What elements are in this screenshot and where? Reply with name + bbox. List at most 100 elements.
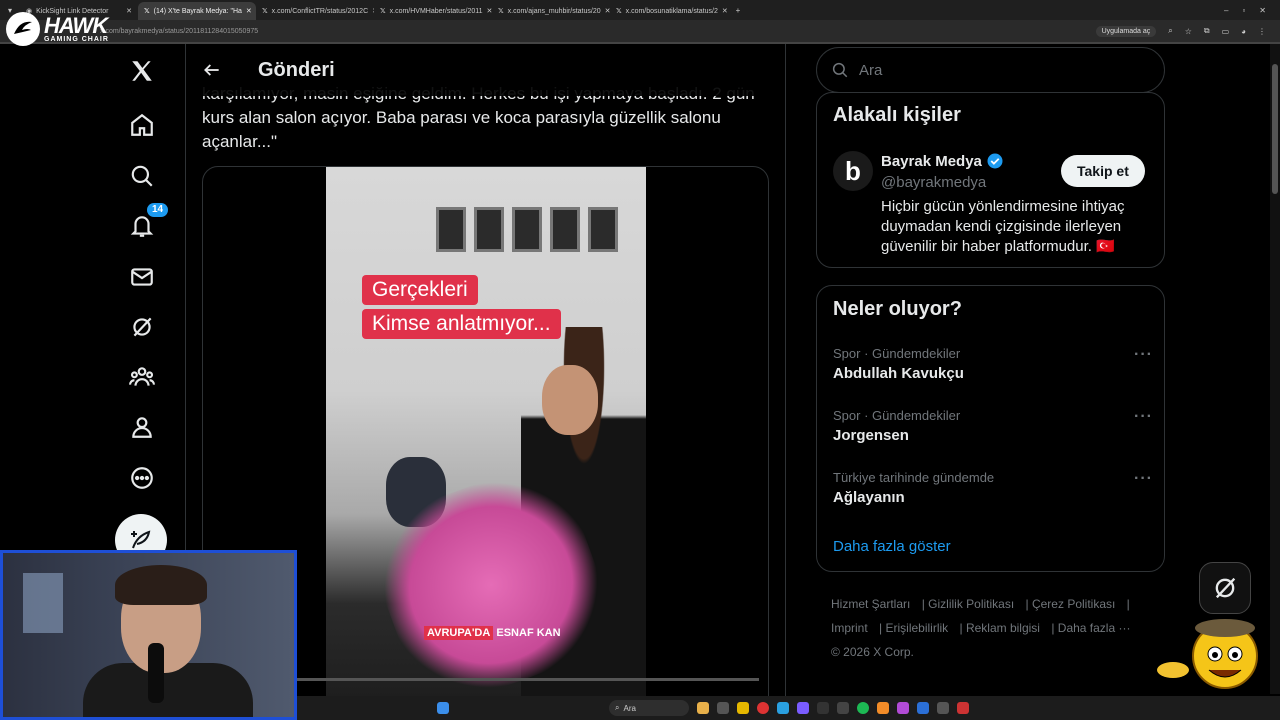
footer-link[interactable]: Çerez Politikası: [1032, 597, 1115, 611]
profile-icon[interactable]: ◕: [1241, 27, 1246, 36]
browser-tab-bar: ▾ ◉ KickSight Link Detector ✕ 𝕏 (14) X'te B…: [0, 0, 1280, 20]
sidebar-icon[interactable]: ▭: [1222, 27, 1230, 36]
more-dots-icon[interactable]: ···: [1134, 346, 1153, 364]
new-tab-icon[interactable]: +: [728, 0, 748, 20]
hawk-logo: HAWK GAMING CHAIR: [6, 12, 109, 46]
search-box[interactable]: [816, 47, 1165, 93]
trends-card: Neler oluyor? Spor · Gündemdekiler Abdul…: [816, 285, 1165, 572]
microphone: [148, 643, 164, 703]
footer-link[interactable]: Gizlilik Politikası: [928, 597, 1014, 611]
search-input[interactable]: [859, 61, 1139, 79]
close-window-icon[interactable]: ✕: [1259, 6, 1266, 15]
taskbar-app-icon[interactable]: [917, 702, 929, 714]
taskbar-app-icon[interactable]: [777, 702, 789, 714]
scrollbar[interactable]: [1270, 44, 1280, 694]
taskbar-app-icon[interactable]: [697, 702, 709, 714]
taskbar-app-icon[interactable]: [957, 702, 969, 714]
account-name-text: Bayrak Medya: [881, 152, 982, 170]
taskbar-app-icon[interactable]: [897, 702, 909, 714]
browser-tab[interactable]: 𝕏x.com/ajans_muhbir/status/20 ✕: [492, 2, 610, 20]
file-explorer-icon[interactable]: [737, 702, 749, 714]
footer-link[interactable]: Daha fazla ···: [1058, 621, 1131, 635]
grok-floating-button[interactable]: [1199, 562, 1251, 614]
tab-favicon-icon: 𝕏: [262, 8, 268, 15]
tab-favicon-icon: 𝕏: [616, 8, 622, 15]
search-icon: [832, 62, 848, 78]
minimize-icon[interactable]: –: [1224, 6, 1228, 15]
taskbar-app-icon[interactable]: [937, 702, 949, 714]
avatar[interactable]: b: [833, 151, 873, 191]
messages-icon[interactable]: [127, 262, 157, 292]
maximize-icon[interactable]: ▫: [1242, 6, 1245, 15]
extensions-icon[interactable]: ⧉: [1204, 26, 1210, 36]
scrollbar-thumb[interactable]: [1272, 64, 1278, 194]
webcam-background-window: [23, 573, 63, 633]
grok-icon[interactable]: [127, 312, 157, 342]
explore-search-icon[interactable]: [127, 161, 157, 191]
trend-name: Ağlayanın: [833, 489, 905, 506]
footer-link[interactable]: Reklam bilgisi: [966, 621, 1040, 635]
post-header: Gönderi: [186, 44, 785, 96]
tab-favicon-icon: 𝕏: [380, 8, 386, 15]
video-face: [542, 365, 598, 435]
back-arrow-icon: [204, 64, 219, 76]
tab-label: x.com/HVMHaber/status/2011: [389, 7, 483, 15]
browser-tab-active[interactable]: 𝕏 (14) X'te Bayrak Medya: "Ha ✕: [138, 2, 256, 20]
back-button[interactable]: [186, 44, 238, 96]
window-controls: – ▫ ✕: [1224, 6, 1280, 15]
trend-item[interactable]: Türkiye tarihinde gündemde Ağlayanın ···: [833, 470, 1153, 520]
taskbar-app-icon[interactable]: [877, 702, 889, 714]
windows-taskbar: ⌕ Ara: [297, 696, 1280, 720]
trend-meta: Türkiye tarihinde gündemde: [833, 470, 995, 485]
account-name[interactable]: Bayrak Medya: [881, 152, 1004, 170]
trend-item[interactable]: Spor · Gündemdekiler Jorgensen ···: [833, 408, 1153, 458]
url-text[interactable]: x.com/bayrakmedya/status/201181128401505…: [100, 28, 258, 35]
more-options-icon[interactable]: [127, 463, 157, 493]
start-menu-icon[interactable]: [437, 702, 449, 714]
profile-nav-icon[interactable]: [127, 412, 157, 442]
tab-close-icon[interactable]: ✕: [722, 7, 728, 15]
related-people-card: Alakalı kişiler b Bayrak Medya @bayrakme…: [816, 92, 1165, 268]
notifications-bell-icon[interactable]: 14: [127, 203, 169, 241]
browser-tab[interactable]: 𝕏x.com/ConflictTR/status/2012C✕: [256, 2, 374, 20]
browser-menu-icon[interactable]: ⋮: [1258, 27, 1266, 36]
trends-title: Neler oluyor?: [833, 298, 962, 320]
discord-icon[interactable]: [797, 702, 809, 714]
webcam-hair: [115, 565, 207, 605]
more-dots-icon[interactable]: ···: [1134, 470, 1153, 488]
footer-link[interactable]: Erişilebilirlik: [885, 621, 948, 635]
taskbar-app-icon[interactable]: [717, 702, 729, 714]
chrome-icon[interactable]: [757, 702, 769, 714]
more-dots-icon[interactable]: ···: [1134, 408, 1153, 426]
x-logo-icon[interactable]: [127, 56, 157, 86]
tab-close-icon[interactable]: ✕: [126, 7, 132, 15]
video-caption-line1: Gerçekleri: [362, 275, 478, 305]
taskbar-app-icon[interactable]: [837, 702, 849, 714]
column-divider-right: [785, 44, 786, 720]
zoom-icon[interactable]: ⌕: [1168, 26, 1172, 36]
bookmark-star-icon[interactable]: ☆: [1185, 27, 1192, 36]
hawk-brand: HAWK: [44, 12, 108, 38]
taskbar-search[interactable]: ⌕ Ara: [609, 700, 689, 716]
footer-link[interactable]: Imprint: [831, 621, 868, 635]
video-player[interactable]: Gerçekleri Kimse anlatmıyor... AVRUPA'DA…: [326, 167, 646, 720]
tab-close-icon[interactable]: ✕: [246, 7, 252, 15]
notifications-badge: 14: [147, 203, 169, 217]
browser-tab[interactable]: 𝕏x.com/bosunatiklama/status/2 ✕: [610, 2, 728, 20]
taskbar-search-label: Ara: [623, 703, 636, 713]
spotify-icon[interactable]: [857, 702, 869, 714]
taskbar-app-icon[interactable]: [817, 702, 829, 714]
video-progress-bar[interactable]: [283, 678, 759, 681]
account-handle[interactable]: @bayrakmedya: [881, 174, 986, 191]
video-subtitle-highlight: AVRUPA'DA: [424, 626, 494, 640]
communities-icon[interactable]: [127, 362, 157, 392]
address-bar[interactable]: x.com/bayrakmedya/status/201181128401505…: [0, 20, 1280, 42]
account-bio: Hiçbir gücün yönlendirmesine ihtiyaç duy…: [881, 198, 1125, 255]
show-more-link[interactable]: Daha fazla göster: [833, 538, 951, 555]
follow-button[interactable]: Takip et: [1061, 155, 1145, 187]
footer-link[interactable]: Hizmet Şartları: [831, 597, 910, 611]
open-in-app-button[interactable]: Uygulamada aç: [1095, 25, 1157, 37]
trend-item[interactable]: Spor · Gündemdekiler Abdullah Kavukçu ··…: [833, 346, 1153, 396]
browser-tab[interactable]: 𝕏x.com/HVMHaber/status/2011 ✕: [374, 2, 492, 20]
home-icon[interactable]: [127, 110, 157, 140]
